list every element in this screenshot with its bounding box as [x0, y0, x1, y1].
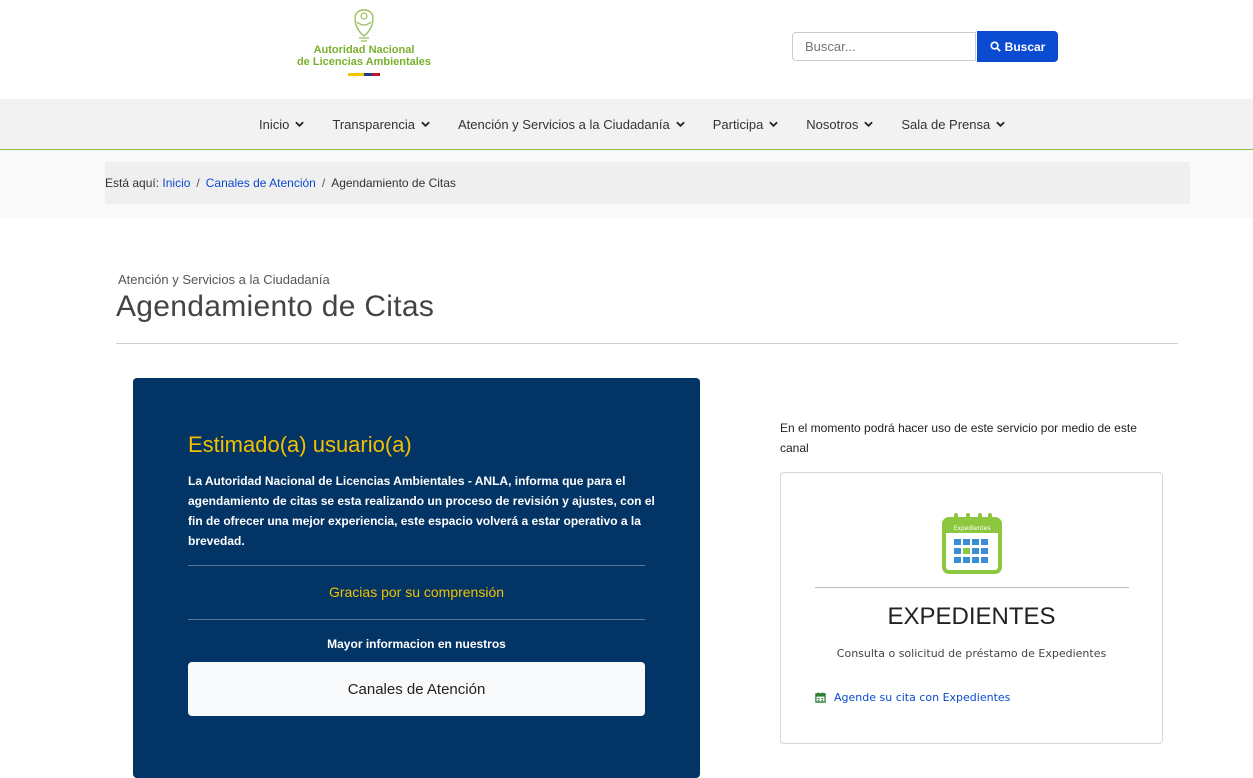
nav-item-label: Inicio [259, 116, 290, 132]
canales-de-atencion-button[interactable]: Canales de Atención [188, 662, 645, 716]
agende-cita-link[interactable]: Agende su cita con Expedientes [815, 691, 1010, 704]
card-divider [815, 587, 1129, 588]
nav-item-sala-de-prensa[interactable]: Sala de Prensa [901, 99, 1005, 149]
search-button-label: Buscar [1004, 39, 1046, 54]
card-description: Consulta o solicitud de préstamo de Expe… [836, 647, 1107, 660]
notice-panel: Estimado(a) usuario(a) La Autoridad Naci… [133, 378, 700, 778]
calendar-icon-label: Expedientes [954, 525, 991, 532]
coat-of-arms-icon [354, 9, 374, 42]
nav-item-atencion[interactable]: Atención y Servicios a la Ciudadanía [458, 99, 685, 149]
search-input[interactable] [792, 32, 976, 61]
nav-item-participa[interactable]: Participa [713, 99, 779, 149]
calendar-small-icon [815, 692, 826, 703]
notice-heading: Estimado(a) usuario(a) [188, 432, 412, 457]
breadcrumb-separator: / [321, 176, 326, 190]
notice-more-info: Mayor informacion en nuestros [327, 637, 506, 651]
nav-item-inicio[interactable]: Inicio [259, 99, 305, 149]
notice-body: La Autoridad Nacional de Licencias Ambie… [188, 474, 655, 548]
breadcrumb-current: Agendamiento de Citas [331, 176, 456, 190]
anla-logo[interactable]: Autoridad Nacional de Licencias Ambienta… [284, 8, 444, 86]
page-title: Agendamiento de Citas [116, 290, 435, 323]
chevron-down-icon [769, 121, 779, 127]
expedientes-card: Expedientes EXPEDIENTES Consulta o solic… [780, 472, 1163, 744]
notice-divider [188, 565, 645, 566]
calendar-icon: Expedientes [942, 513, 1002, 574]
breadcrumb-link-inicio[interactable]: Inicio [162, 176, 190, 190]
logo-text-line2: de Licencias Ambientales [296, 56, 432, 68]
breadcrumb-link-canales[interactable]: Canales de Atención [206, 176, 316, 190]
service-intro: En el momento podrá hacer uso de este se… [780, 421, 1137, 455]
breadcrumb: Está aquí: Inicio / Canales de Atención … [105, 162, 1190, 204]
chevron-down-icon [421, 121, 430, 127]
chevron-down-icon [675, 121, 685, 127]
colombia-flag-stripe [348, 73, 380, 76]
page-kicker: Atención y Servicios a la Ciudadanía [118, 272, 330, 287]
chevron-down-icon [864, 121, 874, 127]
chevron-down-icon [996, 121, 1005, 127]
search-button[interactable]: Buscar [977, 31, 1058, 62]
nav-item-label: Sala de Prensa [901, 116, 991, 132]
search-icon [990, 41, 1001, 52]
nav-item-label: Participa [712, 116, 764, 132]
agende-cita-link-label: Agende su cita con Expedientes [834, 691, 1011, 704]
main-nav: Inicio Transparencia Atención y Servicio… [0, 99, 1253, 150]
breadcrumb-prefix: Está aquí: [105, 176, 160, 190]
nav-item-label: Transparencia [332, 116, 415, 132]
notice-thanks: Gracias por su comprensión [328, 584, 505, 600]
nav-item-label: Nosotros [806, 116, 859, 132]
notice-divider [188, 619, 645, 620]
breadcrumb-separator: / [196, 176, 200, 190]
card-title: EXPEDIENTES [887, 603, 1056, 630]
chevron-down-icon [295, 121, 305, 127]
title-divider [116, 343, 1178, 344]
nav-item-transparencia[interactable]: Transparencia [332, 99, 430, 149]
nav-item-label: Atención y Servicios a la Ciudadanía [457, 116, 670, 132]
nav-item-nosotros[interactable]: Nosotros [806, 99, 874, 149]
logo-text-line1: Autoridad Nacional [313, 44, 415, 56]
